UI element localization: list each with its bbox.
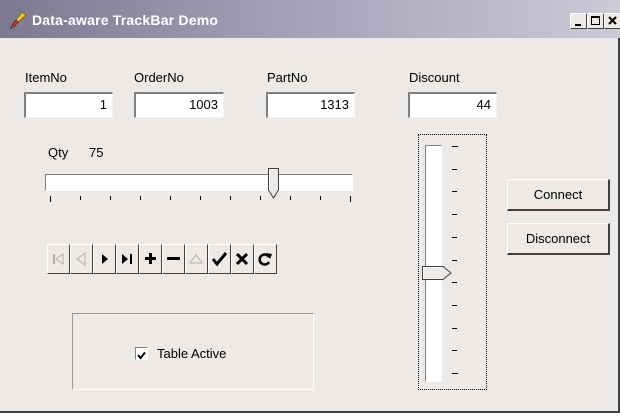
nav-edit-button[interactable]: [185, 244, 208, 274]
window-title: Data-aware TrackBar Demo: [32, 12, 219, 28]
nav-next-button[interactable]: [93, 244, 116, 274]
trackbar-tick: [452, 169, 457, 170]
trackbar-tick: [320, 196, 321, 200]
discount-label: Discount: [409, 70, 460, 85]
maximize-button[interactable]: [587, 13, 604, 29]
disconnect-button[interactable]: Disconnect: [507, 223, 610, 255]
trackbar-tick: [110, 196, 111, 200]
nav-refresh-button[interactable]: [254, 244, 277, 274]
refresh-data-icon: [258, 253, 272, 266]
next-record-icon: [102, 254, 108, 264]
cancel-edit-icon: [235, 252, 249, 266]
discount-field[interactable]: 44: [408, 92, 497, 118]
trackbar-tick: [452, 260, 457, 261]
trackbar-tick: [230, 196, 231, 200]
trackbar-tick: [452, 237, 457, 238]
discount-trackbar-track[interactable]: [425, 145, 442, 382]
delete-record-icon: [167, 257, 180, 260]
table-active-label[interactable]: Table Active: [157, 346, 226, 361]
qty-trackbar-track[interactable]: [45, 174, 353, 191]
post-edit-icon: [211, 252, 228, 267]
trackbar-tick: [290, 196, 291, 200]
trackbar-tick: [50, 196, 51, 202]
trackbar-tick: [452, 305, 457, 306]
trackbar-tick: [260, 196, 261, 200]
itemno-field[interactable]: 1: [24, 92, 113, 118]
table-active-checkbox[interactable]: [135, 347, 148, 360]
qty-value: 75: [89, 145, 104, 160]
nav-delete-button[interactable]: [162, 244, 185, 274]
qty-trackbar-thumb[interactable]: [268, 168, 279, 199]
trackbar-tick: [452, 328, 457, 329]
orderno-label: OrderNo: [134, 70, 184, 85]
nav-first-button[interactable]: [47, 244, 70, 274]
close-button[interactable]: [604, 13, 620, 29]
itemno-label: ItemNo: [25, 70, 67, 85]
brush-icon: [9, 10, 29, 30]
checkmark-icon: [137, 351, 146, 360]
trackbar-tick: [452, 191, 457, 192]
connect-button[interactable]: Connect: [507, 179, 610, 211]
last-record-icon: [122, 254, 132, 264]
trackbar-tick: [200, 196, 201, 200]
nav-insert-button[interactable]: [139, 244, 162, 274]
nav-post-button[interactable]: [208, 244, 231, 274]
trackbar-tick: [452, 214, 457, 215]
nav-prior-button[interactable]: [70, 244, 93, 274]
qty-label: Qty: [48, 145, 69, 160]
trackbar-tick: [452, 373, 458, 374]
trackbar-tick: [170, 196, 171, 200]
minimize-icon: [575, 24, 581, 26]
discount-trackbar-thumb[interactable]: [422, 266, 452, 280]
nav-cancel-button[interactable]: [231, 244, 254, 274]
first-record-icon: [53, 253, 64, 265]
maximize-icon: [591, 16, 600, 25]
insert-record-icon: [145, 253, 156, 264]
trackbar-tick: [452, 350, 457, 351]
close-icon: [608, 16, 617, 25]
trackbar-tick: [350, 196, 351, 202]
partno-label: PartNo: [267, 70, 308, 85]
partno-field[interactable]: 1313: [266, 92, 355, 118]
trackbar-tick: [140, 196, 141, 200]
nav-last-button[interactable]: [116, 244, 139, 274]
trackbar-tick: [80, 196, 81, 200]
edit-record-icon: [189, 254, 203, 264]
minimize-button[interactable]: [570, 13, 587, 29]
prior-record-icon: [76, 252, 86, 266]
orderno-field[interactable]: 1003: [134, 92, 224, 118]
trackbar-tick: [452, 146, 458, 147]
title-bar[interactable]: Data-aware TrackBar Demo: [0, 0, 620, 38]
main-window: Data-aware TrackBar Demo ItemNo 1 OrderN…: [0, 0, 620, 413]
trackbar-tick: [452, 282, 457, 283]
